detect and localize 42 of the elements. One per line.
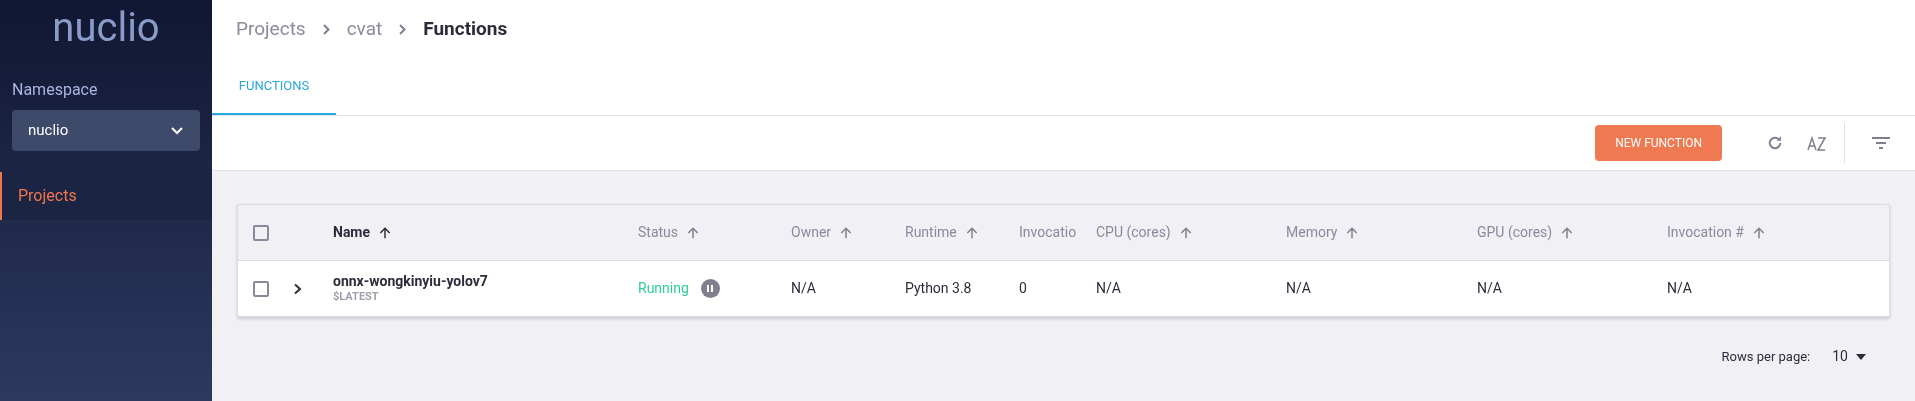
column-header[interactable]: Status	[638, 222, 679, 243]
sidebar-item[interactable]: Projects	[0, 172, 212, 220]
chevron-down-icon	[170, 125, 184, 136]
breadcrumb: Functions	[423, 15, 508, 42]
function-version: $LATEST	[333, 290, 380, 305]
table-cell: Python 3.8	[905, 280, 972, 296]
table-cell: 0	[1019, 280, 1027, 296]
chevron-right-icon	[321, 22, 331, 36]
expand-chevron-icon[interactable]	[293, 282, 303, 295]
rows-per-page-select[interactable]: 10	[1832, 346, 1866, 367]
column-header[interactable]: Invocatio	[1019, 222, 1077, 243]
row-checkbox[interactable]	[253, 280, 269, 297]
table-cell: N/A	[1286, 280, 1311, 296]
caret-down-icon	[1856, 353, 1866, 360]
rows-per-page-label: Rows per page:	[1721, 347, 1811, 366]
table-row[interactable]: onnx-wongkinyiu-yolov7 $LATEST Running N/A Python 3.8 0 N/A N/A N/A N/A	[238, 261, 1889, 316]
column-header[interactable]: GPU (cores)	[1477, 222, 1553, 243]
select-all-checkbox[interactable]	[253, 224, 269, 241]
status-text: Running	[638, 279, 689, 298]
refresh-icon[interactable]	[1766, 134, 1784, 152]
new-function-button[interactable]: NEW FUNCTION	[1595, 125, 1722, 161]
breadcrumb[interactable]: cvat	[346, 14, 383, 44]
column-header[interactable]: Owner	[791, 222, 832, 243]
table-cell: N/A	[1477, 280, 1502, 296]
function-name[interactable]: onnx-wongkinyiu-yolov7	[333, 272, 638, 291]
column-header[interactable]: Runtime	[905, 222, 957, 243]
sort-arrow-icon[interactable]	[378, 225, 393, 240]
chevron-right-icon	[398, 22, 408, 36]
table-cell: N/A	[1096, 280, 1121, 296]
breadcrumb[interactable]: Projects	[236, 14, 306, 44]
tab[interactable]: FUNCTIONS	[212, 58, 336, 115]
namespace-label: Namespace	[11, 79, 99, 101]
logo: nuclio	[51, 3, 161, 53]
filter-icon[interactable]	[1871, 136, 1891, 150]
column-header[interactable]: Name	[333, 222, 371, 243]
column-header[interactable]: Invocation #	[1667, 222, 1744, 243]
pause-icon[interactable]	[700, 279, 720, 298]
column-header[interactable]: Memory	[1286, 222, 1338, 243]
column-header[interactable]: CPU (cores)	[1096, 222, 1171, 243]
table-cell: N/A	[791, 280, 816, 296]
namespace-select[interactable]: nuclio	[12, 110, 200, 151]
table-cell: N/A	[1667, 280, 1692, 296]
